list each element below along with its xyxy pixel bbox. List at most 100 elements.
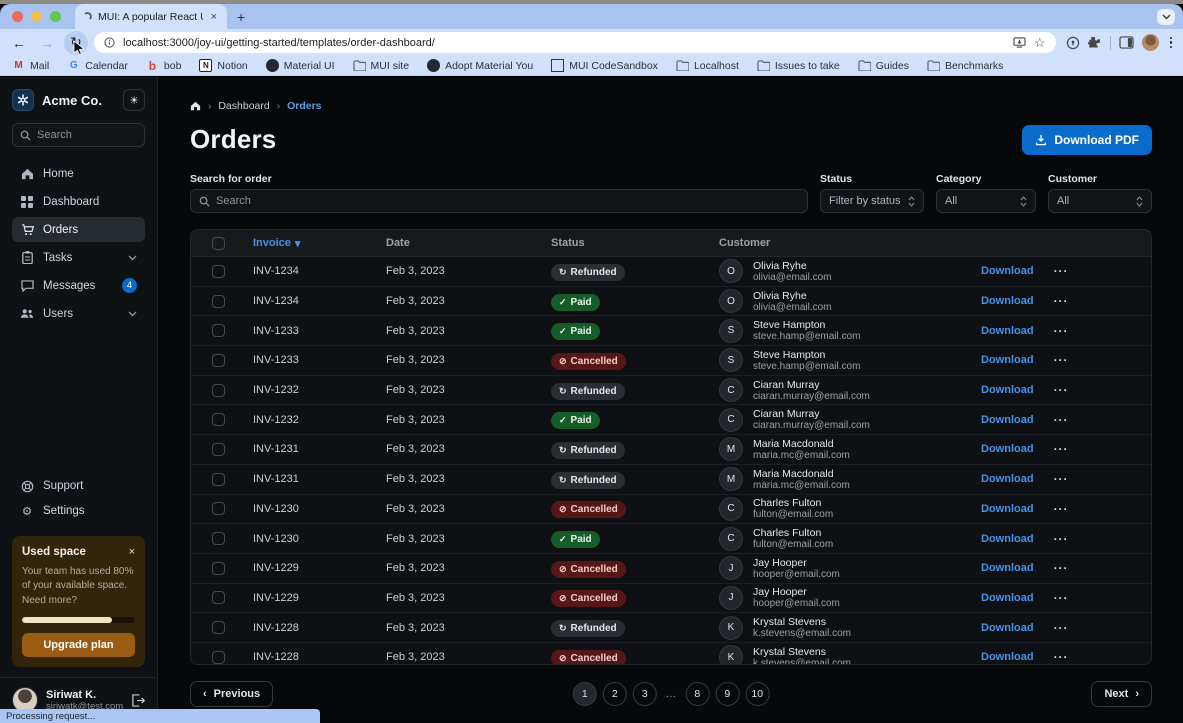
- download-link[interactable]: Download: [981, 562, 1034, 574]
- table-row[interactable]: INV-1231 Feb 3, 2023 ↻Refunded M Maria M…: [191, 465, 1151, 495]
- download-link[interactable]: Download: [981, 265, 1034, 277]
- table-row[interactable]: INV-1233 Feb 3, 2023 ✓Paid S Steve Hampt…: [191, 316, 1151, 346]
- table-row[interactable]: INV-1232 Feb 3, 2023 ↻Refunded C Ciaran …: [191, 376, 1151, 406]
- page-button-3[interactable]: 3: [633, 682, 657, 706]
- sidebar-item-home[interactable]: Home: [12, 161, 145, 186]
- row-menu-icon[interactable]: ···: [1054, 383, 1069, 397]
- bookmark-star-icon[interactable]: ☆: [1034, 35, 1046, 51]
- bookmark-item[interactable]: Adopt Material You: [427, 59, 533, 72]
- row-checkbox[interactable]: [212, 324, 225, 337]
- close-icon[interactable]: ×: [129, 546, 135, 558]
- bookmark-item[interactable]: MUI CodeSandbox: [551, 59, 658, 72]
- bookmark-item[interactable]: Guides: [858, 59, 909, 72]
- password-manager-icon[interactable]: [1066, 36, 1080, 50]
- row-checkbox[interactable]: [212, 502, 225, 515]
- next-page-button[interactable]: Next ›: [1091, 681, 1152, 707]
- row-menu-icon[interactable]: ···: [1054, 353, 1069, 367]
- page-button-10[interactable]: 10: [745, 682, 769, 706]
- page-button-2[interactable]: 2: [603, 682, 627, 706]
- table-row[interactable]: INV-1234 Feb 3, 2023 ✓Paid O Olivia Ryhe…: [191, 287, 1151, 317]
- home-icon[interactable]: [190, 101, 201, 111]
- bookmark-item[interactable]: M Mail: [12, 59, 49, 72]
- sidebar-search-input[interactable]: [37, 129, 137, 141]
- download-link[interactable]: Download: [981, 503, 1034, 515]
- sidebar-item-orders[interactable]: Orders: [12, 217, 145, 242]
- sidebar-search[interactable]: [12, 123, 145, 147]
- row-menu-icon[interactable]: ···: [1054, 264, 1069, 278]
- browser-menu-icon[interactable]: [1167, 37, 1176, 49]
- download-link[interactable]: Download: [981, 592, 1034, 604]
- table-row[interactable]: INV-1230 Feb 3, 2023 ⊘Cancelled C Charle…: [191, 495, 1151, 525]
- row-checkbox[interactable]: [212, 265, 225, 278]
- table-row[interactable]: INV-1228 Feb 3, 2023 ↻Refunded K Krystal…: [191, 613, 1151, 643]
- download-link[interactable]: Download: [981, 384, 1034, 396]
- bookmark-item[interactable]: G Calendar: [67, 59, 128, 72]
- status-filter-select[interactable]: Filter by status: [820, 189, 924, 213]
- site-info-icon[interactable]: [104, 37, 115, 48]
- table-row[interactable]: INV-1234 Feb 3, 2023 ↻Refunded O Olivia …: [191, 257, 1151, 287]
- table-row[interactable]: INV-1233 Feb 3, 2023 ⊘Cancelled S Steve …: [191, 346, 1151, 376]
- reload-button[interactable]: ↻: [64, 31, 88, 55]
- column-header-invoice[interactable]: Invoice ▾: [253, 237, 386, 250]
- row-checkbox[interactable]: [212, 295, 225, 308]
- maximize-window-button[interactable]: [50, 11, 61, 22]
- sidebar-item-users[interactable]: Users: [12, 301, 145, 326]
- row-checkbox[interactable]: [212, 384, 225, 397]
- new-tab-button[interactable]: +: [237, 9, 245, 25]
- customer-filter-select[interactable]: All: [1048, 189, 1152, 213]
- row-menu-icon[interactable]: ···: [1054, 532, 1069, 546]
- side-panel-icon[interactable]: [1119, 36, 1134, 49]
- row-menu-icon[interactable]: ···: [1054, 561, 1069, 575]
- close-window-button[interactable]: [12, 11, 23, 22]
- row-menu-icon[interactable]: ···: [1054, 591, 1069, 605]
- browser-tab[interactable]: MUI: A popular React UI fram ×: [75, 4, 227, 29]
- back-button[interactable]: ←: [8, 35, 30, 51]
- upgrade-plan-button[interactable]: Upgrade plan: [22, 633, 135, 657]
- sidebar-item-settings[interactable]: ⚙ Settings: [12, 499, 145, 524]
- page-button-8[interactable]: 8: [685, 682, 709, 706]
- bookmark-item[interactable]: Material UI: [266, 59, 335, 72]
- previous-page-button[interactable]: ‹ Previous: [190, 681, 273, 707]
- download-link[interactable]: Download: [981, 622, 1034, 634]
- order-search-input[interactable]: [216, 195, 799, 207]
- theme-toggle-button[interactable]: ☀: [123, 89, 145, 111]
- table-row[interactable]: INV-1229 Feb 3, 2023 ⊘Cancelled J Jay Ho…: [191, 554, 1151, 584]
- address-bar[interactable]: localhost:3000/joy-ui/getting-started/te…: [94, 32, 1056, 53]
- table-row[interactable]: INV-1229 Feb 3, 2023 ⊘Cancelled J Jay Ho…: [191, 584, 1151, 614]
- sidebar-item-tasks[interactable]: Tasks: [12, 245, 145, 270]
- logout-icon[interactable]: [131, 694, 145, 707]
- row-menu-icon[interactable]: ···: [1054, 472, 1069, 486]
- row-checkbox[interactable]: [212, 473, 225, 486]
- row-menu-icon[interactable]: ···: [1054, 324, 1069, 338]
- row-checkbox[interactable]: [212, 621, 225, 634]
- sidebar-item-dashboard[interactable]: Dashboard: [12, 189, 145, 214]
- row-menu-icon[interactable]: ···: [1054, 502, 1069, 516]
- download-link[interactable]: Download: [981, 651, 1034, 663]
- sidebar-item-messages[interactable]: Messages 4: [12, 273, 145, 298]
- row-checkbox[interactable]: [212, 354, 225, 367]
- page-button-1[interactable]: 1: [573, 682, 597, 706]
- row-checkbox[interactable]: [212, 651, 225, 664]
- forward-button[interactable]: →: [36, 35, 58, 51]
- tab-search-button[interactable]: [1157, 9, 1175, 25]
- bookmark-item[interactable]: Issues to take: [757, 59, 840, 72]
- download-pdf-button[interactable]: Download PDF: [1022, 125, 1152, 155]
- table-row[interactable]: INV-1232 Feb 3, 2023 ✓Paid C Ciaran Murr…: [191, 405, 1151, 435]
- table-row[interactable]: INV-1228 Feb 3, 2023 ⊘Cancelled K Krysta…: [191, 643, 1151, 665]
- table-row[interactable]: INV-1230 Feb 3, 2023 ✓Paid C Charles Ful…: [191, 524, 1151, 554]
- page-button-9[interactable]: 9: [715, 682, 739, 706]
- row-checkbox[interactable]: [212, 532, 225, 545]
- table-row[interactable]: INV-1231 Feb 3, 2023 ↻Refunded M Maria M…: [191, 435, 1151, 465]
- tab-close-icon[interactable]: ×: [209, 11, 219, 23]
- row-checkbox[interactable]: [212, 413, 225, 426]
- bookmark-item[interactable]: Localhost: [676, 59, 739, 72]
- download-link[interactable]: Download: [981, 295, 1034, 307]
- select-all-checkbox[interactable]: [212, 237, 225, 250]
- row-menu-icon[interactable]: ···: [1054, 621, 1069, 635]
- download-link[interactable]: Download: [981, 533, 1034, 545]
- bookmark-item[interactable]: b bob: [146, 59, 182, 72]
- download-link[interactable]: Download: [981, 443, 1034, 455]
- download-link[interactable]: Download: [981, 325, 1034, 337]
- row-menu-icon[interactable]: ···: [1054, 650, 1069, 664]
- row-menu-icon[interactable]: ···: [1054, 442, 1069, 456]
